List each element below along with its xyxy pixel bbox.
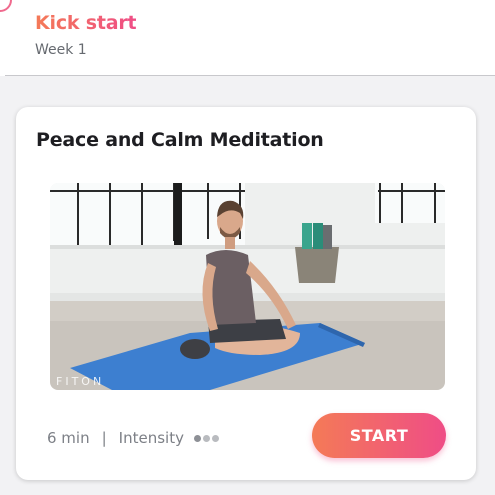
video-thumbnail[interactable]: FITON xyxy=(50,183,445,390)
start-button[interactable]: START xyxy=(312,413,446,458)
workout-meta: 6 min | Intensity xyxy=(47,429,219,447)
decorative-arc xyxy=(0,0,12,12)
meta-separator: | xyxy=(101,429,107,447)
intensity-dot xyxy=(193,434,201,442)
intensity-label: Intensity xyxy=(118,429,184,447)
workout-title: Peace and Calm Meditation xyxy=(36,129,324,151)
intensity-dot xyxy=(202,434,210,442)
intensity-indicator xyxy=(193,434,219,442)
workout-card[interactable]: Peace and Calm Meditation FITON 6 min | … xyxy=(16,107,476,480)
duration-label: 6 min xyxy=(47,429,90,447)
video-watermark: FITON xyxy=(56,375,105,388)
plan-header: Kick start Week 1 xyxy=(0,0,495,76)
divider xyxy=(5,75,495,76)
intensity-dot xyxy=(211,434,219,442)
plan-title: Kick start xyxy=(35,12,137,34)
plan-week-label: Week 1 xyxy=(35,42,87,58)
